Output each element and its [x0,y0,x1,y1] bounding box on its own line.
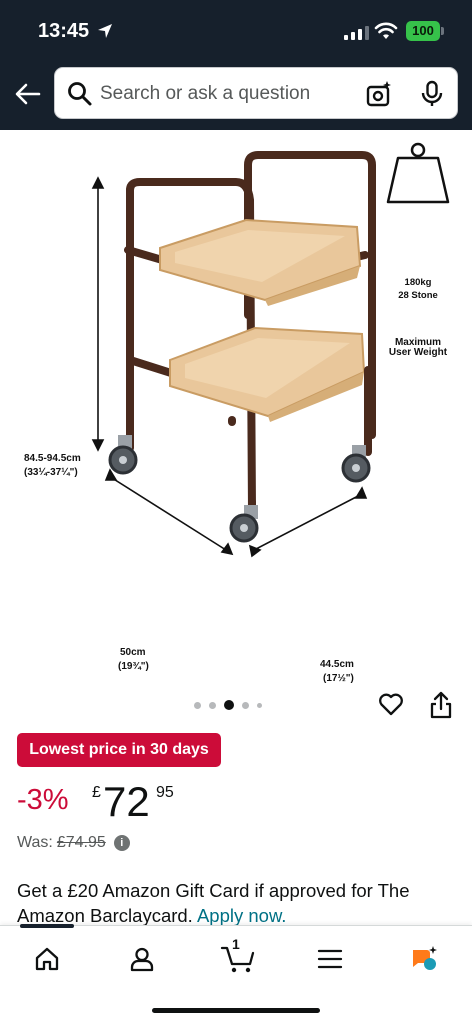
app-header: 13:45 100 Search or ask a question [0,0,472,130]
share-icon[interactable] [429,690,453,720]
search-input[interactable]: Search or ask a question [54,67,458,119]
image-carousel-dots[interactable] [194,700,262,710]
status-time: 13:45 [38,20,90,42]
height-imperial: (33¼-37¼") [24,467,78,478]
carousel-dot[interactable] [257,702,262,708]
price-fraction: 95 [156,784,174,801]
carousel-dot[interactable] [194,701,201,709]
apply-now-link[interactable]: Apply now. [197,905,286,926]
barclaycard-promo: Get a £20 Amazon Gift Card if approved f… [17,878,457,928]
location-arrow-icon [98,24,112,38]
capacity-caption-2: User Weight [388,347,448,358]
signal-icon [344,24,369,40]
capacity-stone: 28 Stone [398,290,438,301]
back-arrow-icon[interactable] [14,80,42,108]
tab-home[interactable] [27,944,67,974]
account-icon [130,947,154,972]
price-whole: 72 [103,778,150,825]
tab-menu[interactable] [310,944,350,974]
trolley-illustration [91,142,450,558]
menu-icon [317,949,343,969]
deal-badge: Lowest price in 30 days [17,733,221,767]
capacity-kg: 180kg [404,277,432,288]
search-placeholder: Search or ask a question [100,83,311,104]
carousel-dot[interactable] [209,701,216,709]
product-image[interactable]: 180kg 28 Stone Maximum User Weight 84.5-… [0,130,472,690]
battery-icon: 100 [406,21,444,41]
tab-account[interactable] [122,944,162,974]
tab-rufus-assistant[interactable] [404,944,444,974]
wishlist-heart-icon[interactable] [377,690,405,718]
rufus-assistant-icon [413,946,437,970]
width-imperial: (19¾") [118,661,149,672]
cart-count: 1 [232,936,240,952]
carousel-dot-active[interactable] [224,700,234,710]
home-indicator [152,1008,320,1013]
search-icon [68,82,92,106]
depth-metric: 44.5cm [320,659,354,670]
price-currency: £ [92,784,101,801]
was-price: £74.95 [56,834,106,851]
discount-percent: -3% [17,784,69,816]
max-weight-icon [386,142,450,204]
camera-search-icon[interactable] [365,80,393,108]
active-tab-indicator [20,924,74,928]
depth-imperial: (17½") [323,673,354,684]
height-metric: 84.5-94.5cm [24,453,81,464]
microphone-icon[interactable] [419,80,445,108]
wifi-icon [374,22,398,39]
carousel-dot[interactable] [242,701,249,709]
home-icon [35,947,59,971]
info-icon[interactable]: i [113,835,130,851]
was-label: Was: [17,834,53,851]
width-metric: 50cm [120,647,146,658]
was-price-row: Was: £74.95 i [17,834,130,852]
